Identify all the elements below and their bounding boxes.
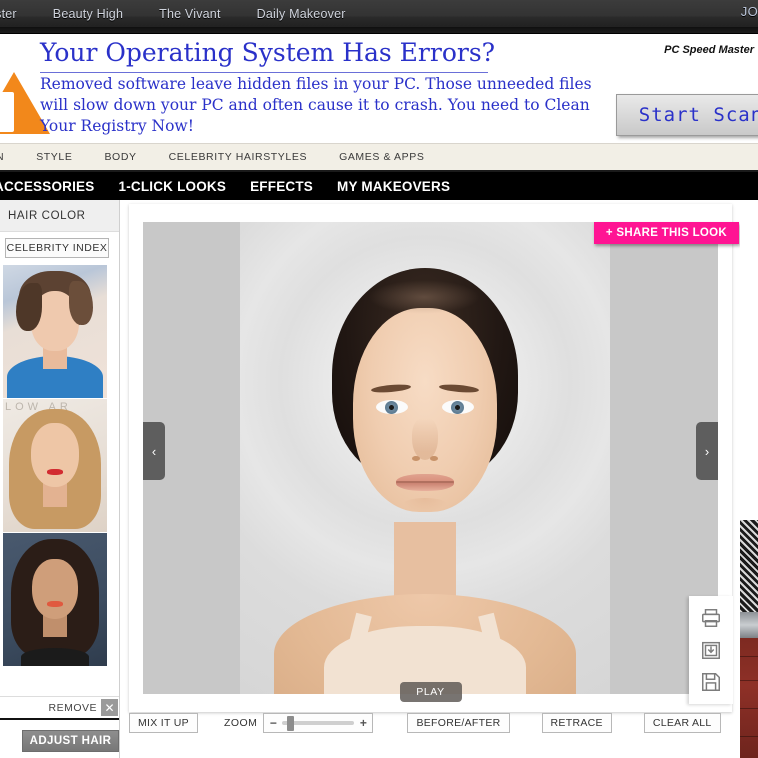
model-nostril-left	[412, 456, 420, 461]
ad-brand-label: PC Speed Master	[664, 44, 754, 56]
partner-bar: aster Beauty High The Vivant Daily Makeo…	[0, 0, 758, 34]
partner-links: aster Beauty High The Vivant Daily Makeo…	[0, 0, 758, 28]
app-root: aster Beauty High The Vivant Daily Makeo…	[0, 0, 758, 758]
right-edge-photo	[740, 520, 758, 758]
join-link[interactable]: JO	[741, 4, 758, 19]
zoom-slider[interactable]	[282, 714, 355, 732]
sidebar-title: HAIR COLOR	[0, 200, 119, 232]
model-nostril-right	[430, 456, 438, 461]
stage-action-icons	[689, 596, 733, 704]
celebrity-thumb-2[interactable]: LOW AR	[3, 399, 107, 532]
share-this-look-button[interactable]: + SHARE THIS LOOK	[593, 222, 739, 244]
makeover-stage: + SHARE THIS LOOK ‹ › PLAY	[120, 200, 740, 758]
brick-line-3	[740, 708, 758, 709]
editor-toolbar: MIX IT UP ZOOM − + BEFORE/AFTER RETRACE …	[120, 710, 758, 736]
tab-1-click-looks[interactable]: 1-CLICK LOOKS	[106, 179, 238, 194]
tool-navigation: ACCESSORIES 1-CLICK LOOKS EFFECTS MY MAK…	[0, 172, 758, 200]
thumb1-hair-left	[16, 283, 42, 331]
partner-bar-shadow	[0, 27, 758, 33]
ad-divider	[40, 72, 488, 73]
zoom-out-button[interactable]: −	[264, 714, 282, 732]
zoom-in-button[interactable]: +	[354, 714, 372, 732]
mix-it-up-button[interactable]: MIX IT UP	[129, 713, 198, 733]
model-lips	[396, 474, 454, 491]
before-after-button[interactable]: BEFORE/AFTER	[407, 713, 510, 733]
download-icon[interactable]	[700, 639, 722, 661]
curb-texture	[740, 612, 758, 638]
thumb2-lips	[47, 469, 63, 475]
model-iris-left	[385, 401, 398, 414]
celebrity-thumbnail-list: LOW AR	[0, 265, 119, 666]
model-hair-highlight	[368, 280, 480, 314]
fence-texture	[740, 520, 758, 612]
print-icon[interactable]	[700, 607, 722, 629]
zoom-label: ZOOM	[223, 717, 258, 729]
next-look-button[interactable]: ›	[696, 422, 718, 480]
zoom-control: ZOOM − +	[224, 713, 374, 733]
start-scan-button[interactable]: Start Scan	[616, 94, 758, 136]
partner-link-aster[interactable]: aster	[0, 7, 35, 21]
partner-link-beauty-high[interactable]: Beauty High	[35, 7, 141, 21]
brick-line-1	[740, 656, 758, 657]
advertisement-banner[interactable]: Your Operating System Has Errors? Remove…	[0, 34, 758, 144]
brick-line-4	[740, 736, 758, 737]
celebrity-thumb-1[interactable]	[3, 265, 107, 398]
model-photo[interactable]	[240, 222, 610, 694]
tab-accessories[interactable]: ACCESSORIES	[0, 179, 106, 194]
tab-my-makeovers[interactable]: MY MAKEOVERS	[325, 179, 462, 194]
zoom-box: − +	[263, 713, 374, 733]
site-nav-item-0[interactable]: N	[0, 151, 20, 163]
model-lip-line	[396, 481, 454, 483]
clear-all-button[interactable]: CLEAR ALL	[643, 713, 721, 733]
thumb3-face	[32, 559, 78, 619]
partner-link-the-vivant[interactable]: The Vivant	[141, 7, 239, 21]
remove-label: REMOVE	[48, 701, 97, 714]
celebrity-index-button[interactable]: CELEBRITY INDEX	[5, 238, 109, 258]
brick-wall-texture	[740, 638, 758, 758]
warning-triangle-exclamation	[0, 92, 14, 132]
model-iris-right	[451, 401, 464, 414]
brick-line-2	[740, 680, 758, 681]
hair-color-sidebar: HAIR COLOR CELEBRITY INDEX LOW AR REMOVE…	[0, 200, 120, 758]
model-chin	[402, 498, 448, 512]
celebrity-thumb-3[interactable]	[3, 533, 107, 666]
thumb2-face	[31, 423, 79, 487]
thumb3-lips	[47, 601, 63, 607]
right-edge-filler	[740, 200, 758, 520]
site-nav-item-body[interactable]: BODY	[88, 151, 152, 163]
ad-headline: Your Operating System Has Errors?	[40, 38, 496, 67]
remove-row: REMOVE ✕	[0, 696, 119, 720]
site-navigation: N STYLE BODY CELEBRITY HAIRSTYLES GAMES …	[0, 144, 758, 172]
site-nav-item-style[interactable]: STYLE	[20, 151, 88, 163]
adjust-hair-button[interactable]: ADJUST HAIR	[22, 730, 119, 752]
makeover-canvas[interactable]	[143, 222, 718, 694]
close-icon[interactable]: ✕	[101, 699, 118, 716]
tab-effects[interactable]: EFFECTS	[238, 179, 325, 194]
partner-link-daily-makeover[interactable]: Daily Makeover	[239, 7, 364, 21]
site-nav-item-games-apps[interactable]: GAMES & APPS	[323, 151, 440, 163]
site-nav-item-celebrity-hairstyles[interactable]: CELEBRITY HAIRSTYLES	[153, 151, 323, 163]
thumb3-top	[21, 648, 89, 666]
stage-card: + SHARE THIS LOOK ‹ › PLAY	[129, 204, 739, 712]
ad-body-text: Removed software leave hidden files in y…	[40, 75, 592, 135]
play-button[interactable]: PLAY	[399, 682, 462, 702]
save-disk-icon[interactable]	[700, 671, 722, 693]
previous-look-button[interactable]: ‹	[143, 422, 165, 480]
model-nose	[412, 418, 438, 460]
zoom-slider-handle[interactable]	[287, 716, 295, 731]
retrace-button[interactable]: RETRACE	[541, 713, 612, 733]
celebrity-index-wrap: CELEBRITY INDEX	[0, 232, 119, 263]
